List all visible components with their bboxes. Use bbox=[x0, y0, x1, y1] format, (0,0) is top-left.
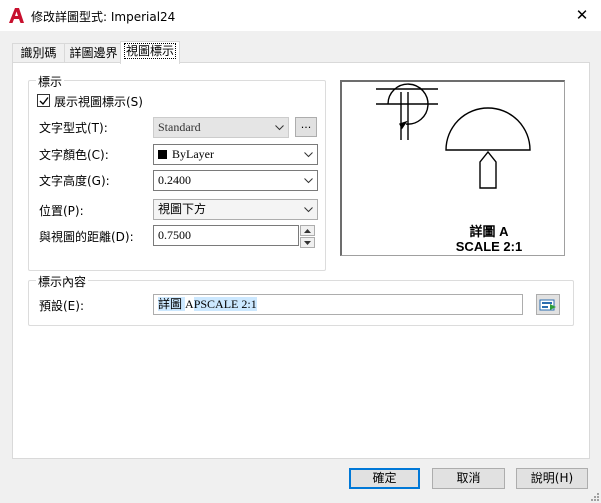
cancel-button[interactable]: 取消 bbox=[432, 468, 505, 489]
insert-field-icon bbox=[539, 299, 556, 311]
text-height-combo[interactable]: 0.2400 bbox=[153, 170, 318, 191]
text-color-dropdown[interactable]: ByLayer bbox=[153, 144, 318, 165]
spin-down-button[interactable] bbox=[300, 237, 315, 248]
distance-spinner[interactable] bbox=[300, 225, 315, 248]
preview-label-line2: SCALE 2:1 bbox=[455, 239, 523, 254]
title-bar: 修改詳圖型式: Imperial24 ✕ bbox=[0, 0, 601, 31]
text-style-browse-button[interactable]: ... bbox=[295, 117, 317, 137]
resize-grip-icon[interactable] bbox=[589, 491, 599, 501]
text-height-value: 0.2400 bbox=[158, 173, 191, 187]
distance-input[interactable]: 0.7500 bbox=[153, 225, 299, 246]
window-title: 修改詳圖型式: Imperial24 bbox=[31, 10, 176, 24]
ok-button[interactable]: 確定 bbox=[349, 468, 420, 489]
arrow-down-icon bbox=[304, 240, 311, 245]
show-view-label-text: 展示視圖標示(S) bbox=[54, 95, 143, 109]
arrow-up-icon bbox=[304, 228, 311, 233]
text-style-value: Standard bbox=[158, 120, 201, 134]
field-text-part: 詳圖 bbox=[158, 297, 186, 311]
field-text-part: PSCALE bbox=[193, 297, 242, 311]
tab-label: 識別碼 bbox=[20, 46, 57, 60]
group-title: 標示 bbox=[36, 73, 65, 90]
text-style-dropdown[interactable]: Standard bbox=[153, 117, 289, 138]
tab-detail-boundary[interactable]: 詳圖邊界 bbox=[64, 43, 123, 63]
position-value: 視圖下方 bbox=[158, 202, 207, 216]
chevron-down-icon bbox=[303, 145, 313, 164]
distance-value: 0.7500 bbox=[158, 228, 191, 242]
checkmark-icon bbox=[39, 97, 49, 106]
close-button[interactable]: ✕ bbox=[564, 0, 600, 31]
insert-field-button[interactable] bbox=[536, 294, 560, 315]
text-color-label: 文字顏色(C): bbox=[39, 148, 109, 162]
tab-view-label[interactable]: 視圖標示 bbox=[120, 41, 180, 64]
text-height-label: 文字高度(G): bbox=[39, 174, 110, 188]
preview-label-line1: 詳圖 A bbox=[469, 224, 509, 239]
group-title: 標示內容 bbox=[36, 273, 89, 290]
show-view-label-checkbox[interactable] bbox=[37, 94, 50, 107]
color-swatch-icon bbox=[158, 150, 167, 159]
default-content-input[interactable]: 詳圖 APSCALE 2:1 bbox=[153, 294, 523, 315]
spin-up-button[interactable] bbox=[300, 225, 315, 236]
text-style-label: 文字型式(T): bbox=[39, 121, 108, 135]
default-label: 預設(E): bbox=[39, 299, 84, 313]
position-dropdown[interactable]: 視圖下方 bbox=[153, 199, 318, 220]
chevron-down-icon bbox=[303, 200, 313, 219]
preview-pane: 詳圖 A SCALE 2:1 bbox=[340, 80, 565, 256]
autocad-app-icon bbox=[9, 8, 24, 23]
tab-label: 詳圖邊界 bbox=[69, 46, 118, 60]
tab-identifier[interactable]: 識別碼 bbox=[12, 43, 65, 63]
field-text-part: 2:1 bbox=[241, 297, 257, 311]
chevron-down-icon bbox=[274, 118, 284, 137]
distance-label: 與視圖的距離(D): bbox=[39, 230, 134, 244]
help-button[interactable]: 說明(H) bbox=[516, 468, 588, 489]
field-text-part: A bbox=[185, 297, 194, 311]
text-color-value: ByLayer bbox=[172, 147, 214, 161]
position-label: 位置(P): bbox=[39, 204, 84, 218]
tab-label: 視圖標示 bbox=[123, 43, 177, 59]
chevron-down-icon bbox=[303, 171, 313, 190]
